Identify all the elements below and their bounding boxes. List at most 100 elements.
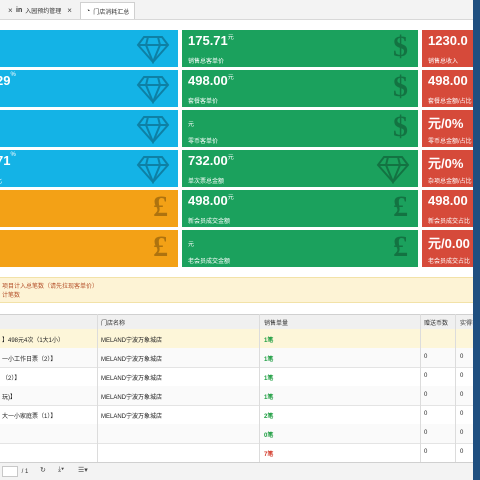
tab-label: 门店消耗汇总 (93, 9, 130, 16)
stat-unit: 元 (227, 35, 234, 41)
stat-card: $498.00元套餐客单价 (182, 70, 418, 107)
column-header-store[interactable]: 门店名称 (101, 318, 125, 327)
sales-count: 0笔 (264, 433, 274, 439)
notice-line: 项目计入总笔数（请先拉现客单价） (2, 284, 99, 290)
store-name: MELAND宁波万象城店 (101, 395, 163, 401)
sales-count: 1笔 (264, 395, 274, 401)
gift-coins: 0 (424, 354, 428, 360)
pager: / 1 ↻ ⤓▾ ☰▾ (0, 462, 473, 480)
tab-label: 入园预约管理 (25, 8, 62, 15)
dollar-icon: $ (393, 70, 408, 103)
package-name: 大一小家庭票（1）】 (2, 414, 57, 420)
sales-count: 2笔 (264, 414, 274, 420)
actual-coins: 0 (460, 373, 464, 379)
store-name: MELAND宁波万象城店 (101, 376, 163, 382)
pound-icon: £ (153, 190, 168, 223)
actual-coins: 0 (460, 411, 464, 417)
table-row[interactable]: 7笔 0 0 (0, 443, 473, 463)
tab-previous[interactable]: × (2, 2, 13, 18)
sales-count: 7笔 (264, 452, 274, 458)
notice-banner: 项目计入总笔数（请先拉现客单价） 计笔数 (0, 277, 473, 303)
gift-coins: 0 (424, 430, 428, 436)
stat-label: 套餐客单价 (188, 99, 219, 105)
tab-store-consumption[interactable]: ◔ 门店消耗汇总 (80, 2, 136, 19)
stat-card: 元/0% 杂项总金额/占比 (422, 150, 473, 187)
stat-card: 元/0% 零币总金额/占比 (422, 110, 473, 147)
close-icon[interactable]: × (8, 6, 13, 15)
stat-label: 销售总收入 (428, 59, 459, 65)
package-name: 玩)】 (2, 395, 16, 401)
stat-unit: 元 (227, 155, 234, 161)
table-row[interactable]: （2）】 MELAND宁波万象城店 1笔 0 0 (0, 367, 473, 387)
stat-card: $ 元零币客单价 (182, 110, 418, 147)
stat-unit: 元 (227, 75, 234, 81)
stat-value: 732.00元 (188, 153, 234, 168)
store-name: MELAND宁波万象城店 (101, 338, 163, 344)
stat-label: 比 (0, 176, 2, 185)
stat-value: 498.00 (428, 73, 468, 88)
stat-label: 零币总金额/占比 (428, 139, 472, 145)
table-row[interactable]: 大一小家庭票（1）】 MELAND宁波万象城店 2笔 0 0 (0, 405, 473, 425)
stat-label: 新会员成交金额 (188, 219, 231, 225)
stat-card (0, 30, 178, 67)
diamond-icon (136, 76, 170, 104)
gift-coins: 0 (424, 449, 428, 455)
diamond-icon (136, 156, 170, 184)
stat-card: £ (0, 230, 178, 267)
refresh-icon[interactable]: ↻ (40, 466, 46, 474)
stat-value: 498.00元 (188, 193, 234, 208)
tab-bar: × in 入园预约管理 × ◔ 门店消耗汇总 (0, 0, 473, 20)
window-edge (473, 0, 480, 480)
store-name: MELAND宁波万象城店 (101, 357, 163, 363)
stat-unit: 元 (188, 242, 195, 248)
package-name: （2）】 (2, 376, 21, 382)
gift-coins: 0 (424, 373, 428, 379)
pound-icon: £ (393, 190, 408, 223)
stat-card: £498.00元新会员成交金额 (182, 190, 418, 227)
linkedin-icon: in (16, 6, 23, 14)
store-name: MELAND宁波万象城店 (101, 414, 163, 420)
diamond-icon (376, 156, 410, 184)
table-row[interactable]: 一小工作日票（2）】 MELAND宁波万象城店 1笔 0 0 (0, 348, 473, 368)
close-icon[interactable]: × (67, 6, 72, 15)
actual-coins: 0 (460, 430, 464, 436)
dollar-icon: $ (393, 30, 408, 63)
table-row[interactable]: 】498元4次（1大1小） MELAND宁波万象城店 1笔 (0, 329, 473, 349)
column-header-sales[interactable]: 销售单量 (264, 318, 288, 327)
stat-card: 732.00元 单次票总金额 (182, 150, 418, 187)
page-total: / 1 (21, 469, 29, 476)
stat-card (0, 110, 178, 147)
column-divider (97, 314, 98, 462)
stat-value: 498.00 (428, 193, 468, 208)
table-row[interactable]: 玩)】 MELAND宁波万象城店 1笔 0 0 (0, 386, 473, 406)
column-header-actual[interactable]: 实得币数 (460, 318, 473, 327)
table-row[interactable]: 0笔 0 0 (0, 424, 473, 444)
pound-icon: £ (153, 230, 168, 263)
stat-value: 1230.0 (428, 33, 468, 48)
column-divider (455, 314, 456, 462)
stat-value: 29% (0, 72, 16, 88)
column-header-gift[interactable]: 赠送币数 (424, 318, 448, 327)
stat-label: 零币客单价 (188, 139, 219, 145)
export-icon[interactable]: ⤓▾ (58, 466, 64, 474)
stat-unit: % (10, 72, 16, 78)
column-divider (420, 314, 421, 462)
stat-card: £ 元老会员成交金额 (182, 230, 418, 267)
package-name: 一小工作日票（2）】 (2, 357, 57, 363)
stat-label: 杂项总金额/占比 (428, 179, 472, 185)
actual-coins: 0 (460, 354, 464, 360)
diamond-icon (136, 116, 170, 144)
stat-unit: 元 (188, 122, 195, 128)
stat-value: 498.00元 (188, 73, 234, 88)
stat-card: £ (0, 190, 178, 227)
pie-chart-icon: ◔ (86, 7, 91, 15)
sales-count: 1笔 (264, 376, 274, 382)
stat-value: 元/0% (428, 156, 464, 171)
pound-icon: £ (393, 230, 408, 263)
page-input[interactable] (2, 466, 18, 477)
tab-reservation[interactable]: in 入园预约管理 × (16, 2, 72, 18)
columns-icon[interactable]: ☰▾ (78, 466, 88, 474)
stat-label: 销售总客单价 (188, 59, 225, 65)
stat-card: 498.00 套餐总金额/占比 (422, 70, 473, 107)
actual-coins: 0 (460, 449, 464, 455)
